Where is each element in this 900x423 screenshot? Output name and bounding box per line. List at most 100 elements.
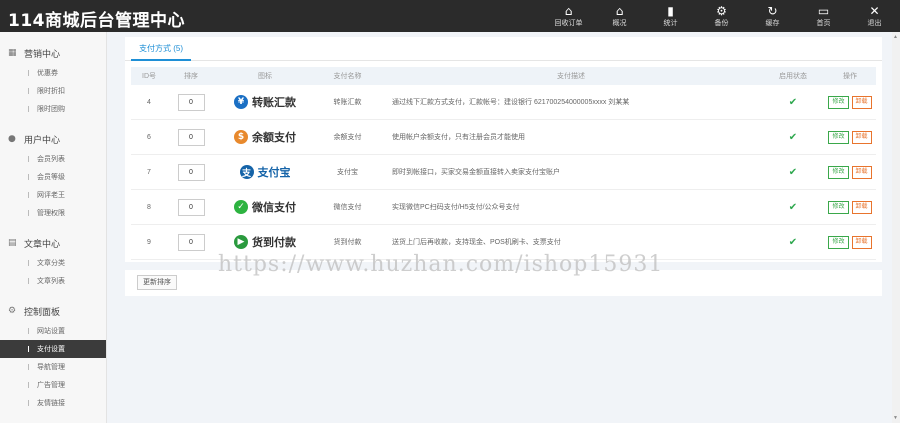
- tab-bar: 支付方式 (5): [125, 37, 882, 61]
- sort-input[interactable]: [177, 233, 205, 251]
- uninstall-button[interactable]: 卸载: [851, 165, 872, 179]
- cell-status: ✔: [762, 237, 824, 248]
- app-title: 114商城后台管理中心: [8, 11, 185, 31]
- sidebar-item[interactable]: 文章列表: [0, 272, 106, 290]
- nav-item-1[interactable]: ⌂ 概况: [594, 0, 645, 32]
- sidebar-item[interactable]: 优惠券: [0, 64, 106, 82]
- table-row: 7支支付宝支付宝即时到帐接口，买家交易金额直接转入卖家支付宝账户✔修改卸载: [131, 155, 876, 190]
- sidebar-item[interactable]: 文章分类: [0, 254, 106, 272]
- nav-item-5[interactable]: ▭ 首页: [798, 0, 849, 32]
- sort-input[interactable]: [177, 93, 205, 111]
- cell-ops: 修改 卸载: [824, 130, 876, 144]
- cell-desc: 即时到帐接口，买家交易金额直接转入卖家支付宝账户: [392, 169, 560, 176]
- sidebar-section-title[interactable]: ● 用户中心: [0, 128, 106, 150]
- monitor-icon: ▭: [817, 4, 830, 18]
- payment-logo-text: 微信支付: [252, 201, 296, 214]
- user-icon: ●: [8, 134, 16, 144]
- uninstall-button[interactable]: 卸载: [851, 200, 872, 214]
- sidebar-section-title[interactable]: ▦ 营销中心: [0, 42, 106, 64]
- sidebar-item-label: 导航管理: [37, 364, 65, 371]
- sidebar-section-title[interactable]: ▤ 文章中心: [0, 232, 106, 254]
- check-icon[interactable]: ✔: [789, 237, 797, 248]
- sidebar-section-label: 营销中心: [24, 48, 61, 59]
- sidebar: ▦ 营销中心 优惠券 限时折扣限时团购 ● 用户中心会员列表会员等级 网评老王管理权限 ▤ 文章…: [0, 32, 107, 423]
- scrollbar[interactable]: ▲ ▼: [892, 32, 900, 423]
- table-header: ID号 排序 图标 支付名称 支付描述 启用状态 操作: [131, 67, 876, 85]
- cell-name: 支付宝: [337, 169, 358, 176]
- cell-status: ✔: [762, 132, 824, 143]
- payment-logo-text: 余额支付: [252, 131, 296, 144]
- nav-item-0[interactable]: ⌂ 回收订单: [543, 0, 594, 32]
- sidebar-item-label: 支付设置: [37, 346, 65, 353]
- edit-button[interactable]: 修改: [828, 165, 849, 179]
- sidebar-section: ▦ 营销中心 优惠券 限时折扣限时团购: [0, 42, 106, 118]
- nav-item-4[interactable]: ↻ 缓存: [747, 0, 798, 32]
- cell-name: 微信支付: [333, 204, 362, 211]
- edit-button[interactable]: 修改: [828, 95, 849, 109]
- sidebar-item[interactable]: 支付设置: [0, 340, 106, 358]
- payment-logo: ▶ 货到付款: [234, 234, 296, 250]
- sidebar-item[interactable]: 限时团购: [0, 100, 106, 118]
- sidebar-item[interactable]: 导航管理: [0, 358, 106, 376]
- scroll-down-icon[interactable]: ▼: [893, 415, 898, 421]
- sidebar-item-label: 文章列表: [37, 278, 65, 285]
- edit-button[interactable]: 修改: [828, 200, 849, 214]
- sidebar-item-label: 管理权限: [37, 210, 65, 217]
- table-body: 4 ¥ 转账汇款 转账汇款 通过线下汇款方式支付，汇款帐号：建设银行 621700254…: [131, 85, 876, 260]
- uninstall-button[interactable]: 卸载: [851, 95, 872, 109]
- cell-sort: [167, 198, 215, 216]
- payment-logo: 支支付宝: [239, 164, 291, 180]
- cell-status: ✔: [762, 97, 824, 108]
- scroll-up-icon[interactable]: ▲: [893, 34, 898, 40]
- sidebar-item[interactable]: 广告管理: [0, 376, 106, 394]
- sort-input[interactable]: [177, 198, 205, 216]
- sidebar-item-label: 会员列表: [37, 156, 65, 163]
- sidebar-item[interactable]: 会员等级: [0, 168, 106, 186]
- sidebar-item[interactable]: 会员列表: [0, 150, 106, 168]
- cell-sort: [167, 233, 215, 251]
- uninstall-button[interactable]: 卸载: [851, 130, 872, 144]
- payment-logo-text: 转账汇款: [252, 96, 296, 109]
- nav-item-6[interactable]: ✕ 退出: [849, 0, 900, 32]
- sort-input[interactable]: [177, 163, 205, 181]
- update-sort-button[interactable]: 更新排序: [137, 275, 177, 290]
- sidebar-item[interactable]: 管理权限: [0, 204, 106, 222]
- check-icon[interactable]: ✔: [789, 202, 797, 213]
- sidebar-item[interactable]: 网站设置: [0, 322, 106, 340]
- edit-button[interactable]: 修改: [828, 235, 849, 249]
- cell-sort: [167, 128, 215, 146]
- sidebar-item[interactable]: 网评老王: [0, 186, 106, 204]
- header-status: 启用状态: [779, 73, 807, 80]
- cell-logo: $ 余额支付: [215, 129, 315, 145]
- cell-desc: 通过线下汇款方式支付，汇款帐号：建设银行 621700254000005xxxx…: [392, 99, 630, 106]
- header-name: 支付名称: [333, 73, 362, 80]
- sidebar-item[interactable]: 限时折扣: [0, 82, 106, 100]
- cell-desc: 实现微信PC扫码支付/H5支付/公众号支付: [392, 204, 520, 211]
- home-icon: ⌂: [564, 4, 573, 18]
- sidebar-item-label: 限时团购: [37, 106, 65, 113]
- sidebar-section-title[interactable]: ⚙ 控制面板: [0, 300, 106, 322]
- check-icon[interactable]: ✔: [789, 97, 797, 108]
- table-row: 6 $ 余额支付 余额支付 使用帐户余额支付，只有注册会员才能使用 ✔ 修改卸载: [131, 120, 876, 155]
- top-nav: ⌂ 回收订单 ⌂ 概况 ▮ 统计 ⚙ 备份 ↻ 缓存 ▭ 首页 ✕ 退出: [543, 0, 900, 32]
- cell-status: ✔: [762, 202, 824, 213]
- sidebar-item-label: 友情链接: [37, 400, 65, 407]
- edit-button[interactable]: 修改: [828, 130, 849, 144]
- sort-input[interactable]: [177, 128, 205, 146]
- tab-payment-methods[interactable]: 支付方式 (5): [131, 37, 191, 61]
- payment-logo-icon: ¥: [234, 95, 248, 109]
- nav-item-2[interactable]: ▮ 统计: [645, 0, 696, 32]
- cell-ops: 修改 卸载: [824, 200, 876, 214]
- nav-item-label: 缓存: [765, 20, 780, 27]
- header-icon: 图标: [258, 73, 272, 80]
- nav-item-3[interactable]: ⚙ 备份: [696, 0, 747, 32]
- uninstall-button[interactable]: 卸载: [851, 235, 872, 249]
- check-icon[interactable]: ✔: [789, 167, 797, 178]
- sidebar-item[interactable]: 友情链接: [0, 394, 106, 412]
- top-bar: 114商城后台管理中心 ⌂ 回收订单 ⌂ 概况 ▮ 统计 ⚙ 备份 ↻ 缓存 ▭ 首页 ✕ 退出: [0, 0, 900, 32]
- nav-item-label: 回收订单: [554, 20, 583, 27]
- cell-logo: ✓ 微信支付: [215, 199, 315, 215]
- sidebar-section: ▤ 文章中心 文章分类文章列表: [0, 232, 106, 290]
- cell-id: 6: [147, 133, 151, 141]
- check-icon[interactable]: ✔: [789, 132, 797, 143]
